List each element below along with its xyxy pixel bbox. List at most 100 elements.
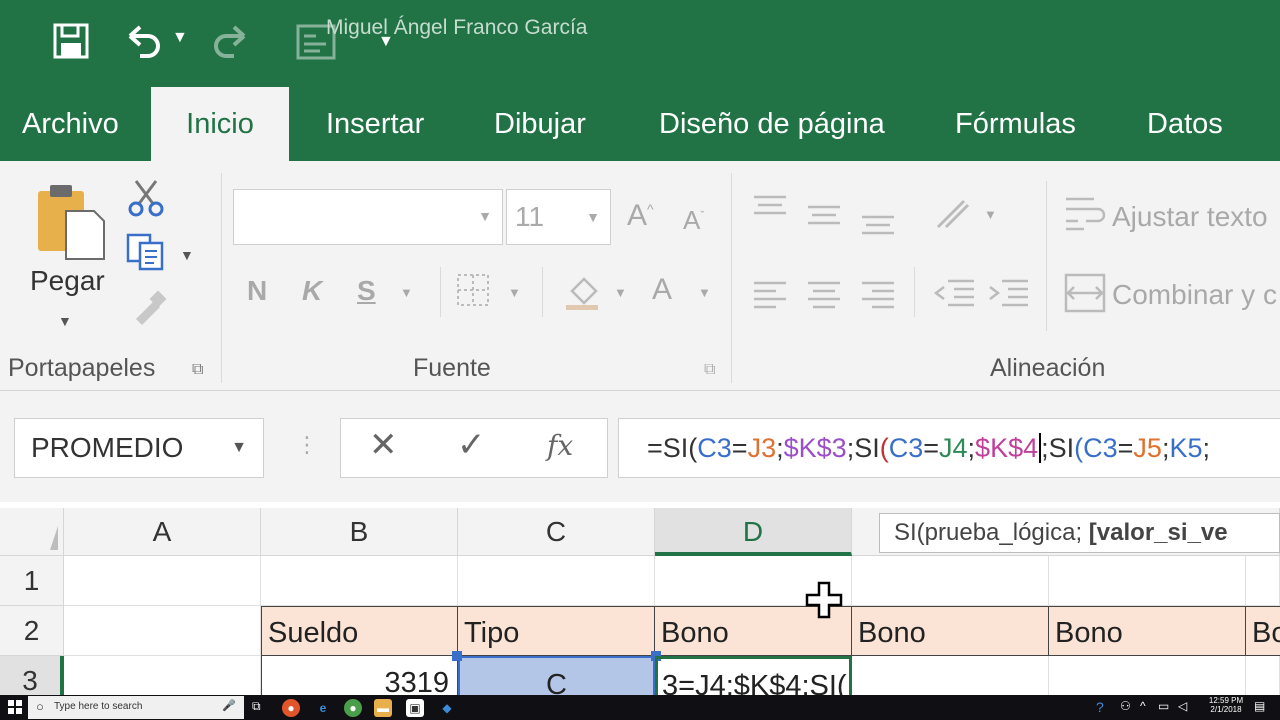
font-launcher-icon[interactable]: ⧉ xyxy=(704,361,715,379)
select-all-button[interactable] xyxy=(0,508,64,556)
enter-icon[interactable]: ✓ xyxy=(457,425,486,465)
column-header-b[interactable]: B xyxy=(261,508,458,556)
cell-f1[interactable] xyxy=(1049,556,1246,606)
orientation-dropdown-icon[interactable]: ▼ xyxy=(984,207,997,222)
store-icon[interactable]: ▣ xyxy=(406,699,424,717)
align-left-icon[interactable] xyxy=(752,279,788,314)
range-handle-left[interactable] xyxy=(452,651,462,661)
insert-function-icon[interactable]: fx xyxy=(547,429,573,462)
clock[interactable]: 12:59 PM 2/1/2018 xyxy=(1206,696,1246,714)
paste-dropdown-icon[interactable]: ▼ xyxy=(58,313,72,329)
font-name-combo[interactable]: ▼ xyxy=(233,189,503,245)
shrink-font-icon[interactable]: Aˇ xyxy=(683,205,704,236)
column-header-d[interactable]: D xyxy=(655,508,852,556)
file-explorer-icon[interactable]: ▬ xyxy=(374,699,392,717)
edge-icon[interactable]: e xyxy=(314,699,332,717)
cell-c3[interactable]: C xyxy=(458,656,655,696)
merge-center-button[interactable]: Combinar y c xyxy=(1112,279,1277,311)
orientation-icon[interactable] xyxy=(934,197,974,238)
undo-icon[interactable] xyxy=(124,22,164,66)
column-header-a[interactable]: A xyxy=(64,508,261,556)
undo-dropdown-icon[interactable]: ▼ xyxy=(172,30,188,46)
align-middle-icon[interactable] xyxy=(806,205,842,234)
cell-g1[interactable] xyxy=(1246,556,1280,606)
cell-c1[interactable] xyxy=(458,556,655,606)
cell-c2[interactable]: Tipo xyxy=(458,606,655,656)
column-header-c[interactable]: C xyxy=(458,508,655,556)
align-top-icon[interactable] xyxy=(752,195,788,224)
cell-e2[interactable]: Bono xyxy=(852,606,1049,656)
tab-archivo[interactable]: Archivo xyxy=(0,87,141,161)
name-box[interactable]: PROMEDIO ▼ xyxy=(14,418,264,478)
formula-input[interactable]: =SI(C3=J3;$K$3;SI(C3=J4;$K$4 ;SI(C3=J5;K5… xyxy=(618,418,1280,478)
row-header-1[interactable]: 1 xyxy=(0,556,64,606)
cell-e1[interactable] xyxy=(852,556,1049,606)
cancel-icon[interactable]: ✕ xyxy=(369,425,398,465)
underline-dropdown-icon[interactable]: ▼ xyxy=(400,285,413,300)
formula-bar-grip-icon[interactable]: ⋮ xyxy=(296,432,318,458)
tab-formulas[interactable]: Fórmulas xyxy=(933,87,1098,161)
fill-color-icon[interactable] xyxy=(562,271,602,316)
row-header-3[interactable]: 3 xyxy=(0,656,64,696)
windows-start-icon[interactable] xyxy=(8,700,22,719)
microphone-icon[interactable]: 🎤 xyxy=(222,699,236,712)
paste-icon[interactable] xyxy=(34,181,108,266)
tab-dibujar[interactable]: Dibujar xyxy=(472,87,608,161)
cell-b1[interactable] xyxy=(261,556,458,606)
people-icon[interactable]: ⚇ xyxy=(1120,699,1131,713)
cell-b2[interactable]: Sueldo xyxy=(261,606,458,656)
align-center-icon[interactable] xyxy=(806,279,842,314)
paste-label[interactable]: Pegar xyxy=(30,265,105,297)
taskbar-search-box[interactable]: ○ Type here to search 🎤 xyxy=(28,696,244,719)
dropbox-icon[interactable]: ◆ xyxy=(438,699,456,717)
font-size-dropdown-icon[interactable]: ▼ xyxy=(586,190,600,244)
row-header-2[interactable]: 2 xyxy=(0,606,64,656)
save-icon[interactable] xyxy=(52,22,90,66)
cell-f2[interactable]: Bono xyxy=(1049,606,1246,656)
wrap-text-icon[interactable] xyxy=(1064,195,1106,238)
tab-insertar[interactable]: Insertar xyxy=(304,87,446,161)
cell-g3[interactable] xyxy=(1246,656,1280,696)
cell-d3-editing[interactable]: 3=J4;$K$4;SI( xyxy=(655,656,852,696)
copy-icon[interactable] xyxy=(126,233,166,276)
tab-diseno-pagina[interactable]: Diseño de página xyxy=(637,87,907,161)
font-color-dropdown-icon[interactable]: ▼ xyxy=(698,285,711,300)
align-bottom-icon[interactable] xyxy=(860,215,896,244)
cut-icon[interactable] xyxy=(126,177,166,222)
borders-icon[interactable] xyxy=(456,273,490,312)
bold-button[interactable]: N xyxy=(247,275,267,307)
firefox-icon[interactable]: ● xyxy=(282,699,300,717)
chevron-up-icon[interactable]: ^ xyxy=(1140,699,1146,713)
redo-icon[interactable] xyxy=(210,22,250,66)
volume-icon[interactable]: ◁ xyxy=(1178,699,1187,713)
cell-f3[interactable] xyxy=(1049,656,1246,696)
cell-a3[interactable] xyxy=(64,656,261,696)
decrease-indent-icon[interactable] xyxy=(933,277,976,314)
merge-center-icon[interactable] xyxy=(1064,273,1106,318)
font-color-button[interactable]: A xyxy=(652,273,672,307)
format-painter-icon[interactable] xyxy=(128,289,168,334)
cell-a2[interactable] xyxy=(64,606,261,656)
cell-g2[interactable]: Bo xyxy=(1246,606,1280,656)
grow-font-icon[interactable]: A^ xyxy=(627,199,654,233)
underline-button[interactable]: S xyxy=(357,275,376,307)
cell-a1[interactable] xyxy=(64,556,261,606)
notifications-icon[interactable]: ▤ xyxy=(1254,699,1265,713)
network-icon[interactable]: ▭ xyxy=(1158,699,1169,713)
italic-button[interactable]: K xyxy=(302,275,322,307)
cell-e3[interactable] xyxy=(852,656,1049,696)
font-size-combo[interactable]: 11 ▼ xyxy=(506,189,611,245)
copy-dropdown-icon[interactable]: ▼ xyxy=(180,247,194,263)
tab-datos[interactable]: Datos xyxy=(1125,87,1245,161)
borders-dropdown-icon[interactable]: ▼ xyxy=(508,285,521,300)
increase-indent-icon[interactable] xyxy=(988,277,1030,314)
cell-b3[interactable]: 3319 xyxy=(261,656,458,696)
wrap-text-button[interactable]: Ajustar texto xyxy=(1112,201,1268,233)
clipboard-launcher-icon[interactable]: ⧉ xyxy=(192,361,203,379)
chrome-icon[interactable]: ● xyxy=(344,699,362,717)
name-box-dropdown-icon[interactable]: ▼ xyxy=(231,419,247,477)
tab-inicio[interactable]: Inicio xyxy=(151,87,289,161)
task-view-icon[interactable]: ⧉ xyxy=(252,699,261,714)
font-name-dropdown-icon[interactable]: ▼ xyxy=(478,208,492,224)
help-icon[interactable]: ? xyxy=(1096,699,1104,715)
